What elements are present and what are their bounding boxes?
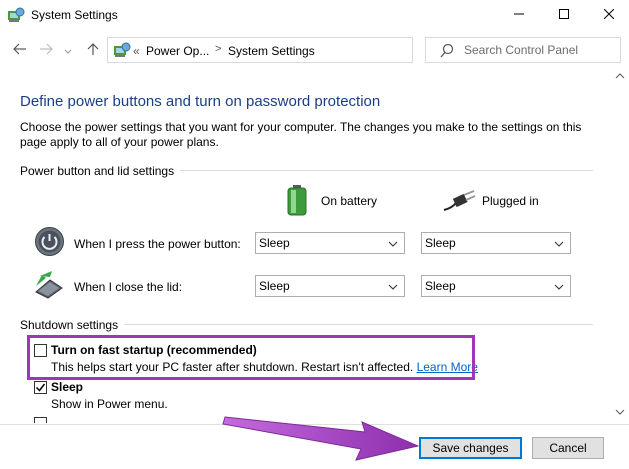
forward-button[interactable] <box>36 40 56 60</box>
chevron-down-icon <box>64 42 72 58</box>
power-button-label: When I press the power button: <box>74 237 241 251</box>
up-button[interactable] <box>83 40 103 60</box>
scroll-down-icon[interactable] <box>615 407 625 417</box>
breadcrumb-system-settings[interactable]: System Settings <box>228 44 315 58</box>
power-button-plugged-select[interactable]: Sleep <box>421 232 571 254</box>
chevron-down-icon <box>388 238 398 248</box>
recent-locations-button[interactable] <box>62 40 74 60</box>
chevron-down-icon <box>388 281 398 291</box>
section-divider <box>120 324 593 325</box>
control-panel-icon <box>113 42 131 58</box>
sleep-label[interactable]: Sleep <box>51 380 83 394</box>
chevron-down-icon <box>554 238 564 248</box>
partial-checkbox[interactable] <box>34 417 47 423</box>
power-section-label: Power button and lid settings <box>20 164 181 178</box>
save-changes-button[interactable]: Save changes <box>419 437 522 459</box>
plug-icon <box>442 190 476 215</box>
sleep-checkbox[interactable] <box>34 381 47 394</box>
plugged-in-label: Plugged in <box>482 194 539 208</box>
arrow-right-icon <box>39 42 53 58</box>
close-lid-label: When I close the lid: <box>74 280 183 294</box>
back-button[interactable] <box>10 40 30 60</box>
lid-battery-select[interactable]: Sleep <box>255 275 405 297</box>
title-bar: System Settings <box>0 0 629 30</box>
address-bar[interactable]: « Power Op... > System Settings <box>107 37 513 63</box>
navigation-bar: « Power Op... > System Settings <box>0 33 629 67</box>
lid-plugged-select[interactable]: Sleep <box>421 275 571 297</box>
maximize-icon <box>559 8 569 22</box>
power-button-battery-select[interactable]: Sleep <box>255 232 405 254</box>
scroll-up-icon[interactable] <box>615 71 625 81</box>
vertical-scrollbar[interactable] <box>611 67 629 422</box>
arrow-left-icon <box>13 42 27 58</box>
page-description: Choose the power settings that you want … <box>20 120 582 149</box>
close-button[interactable] <box>586 0 629 30</box>
search-input[interactable] <box>464 42 614 58</box>
checkmark-icon <box>35 383 46 392</box>
cancel-button[interactable]: Cancel <box>532 437 604 459</box>
breadcrumb-separator: > <box>215 43 222 55</box>
select-value: Sleep <box>259 279 290 293</box>
select-value: Sleep <box>425 236 456 250</box>
power-button-icon <box>34 226 65 260</box>
search-icon <box>439 43 455 59</box>
breadcrumb-power-options[interactable]: Power Op... <box>146 44 209 58</box>
chevron-down-icon <box>554 281 564 291</box>
footer-divider <box>0 424 629 425</box>
minimize-icon <box>514 8 524 22</box>
maximize-button[interactable] <box>541 0 587 30</box>
section-divider <box>180 170 593 171</box>
control-panel-icon <box>7 7 25 23</box>
window-title: System Settings <box>31 8 118 22</box>
highlight-annotation <box>27 335 475 380</box>
select-value: Sleep <box>425 279 456 293</box>
on-battery-label: On battery <box>321 194 378 208</box>
battery-icon <box>287 185 307 219</box>
shutdown-section-label: Shutdown settings <box>20 318 125 332</box>
select-value: Sleep <box>259 236 290 250</box>
laptop-lid-icon <box>32 270 66 303</box>
sleep-description: Show in Power menu. <box>51 397 168 411</box>
minimize-button[interactable] <box>496 0 542 30</box>
address-overflow[interactable]: « <box>133 44 140 58</box>
close-icon <box>603 8 615 22</box>
arrow-up-icon <box>87 42 99 59</box>
page-title: Define power buttons and turn on passwor… <box>20 93 381 110</box>
search-box[interactable] <box>425 37 621 63</box>
